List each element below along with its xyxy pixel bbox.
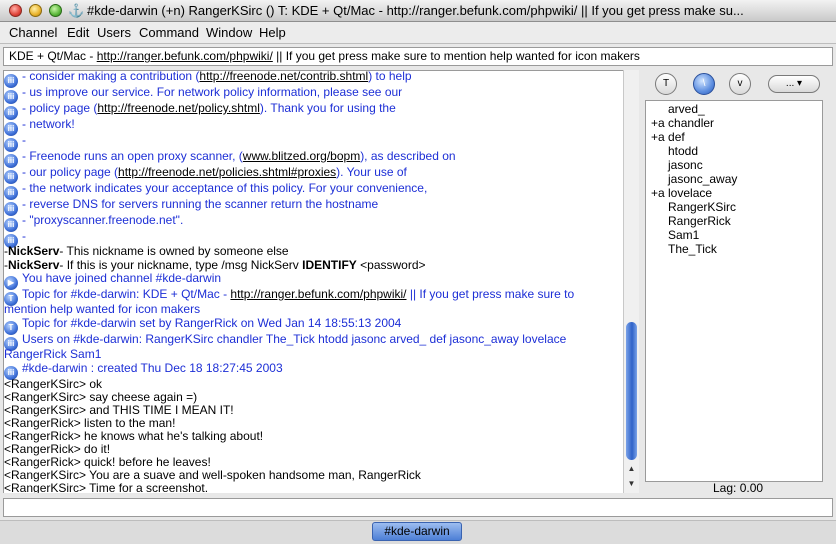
proxies-link[interactable]: http://freenode.net/policies.shtml#proxi… (118, 165, 336, 179)
beep-toggle-button[interactable]: v (729, 73, 751, 95)
nick-item[interactable]: jasonc (668, 158, 703, 172)
tab-kde-darwin[interactable]: #kde-darwin (372, 522, 462, 541)
minimize-button[interactable] (29, 4, 42, 17)
chat-line: <RangerKSirc> say cheese again =) (4, 390, 198, 404)
channel-tab-bar: #kde-darwin (0, 520, 836, 544)
nick-item[interactable]: +a chandler (651, 116, 714, 130)
menu-command[interactable]: Command (139, 25, 199, 40)
nick-item[interactable]: RangerRick (668, 214, 731, 228)
nick-item[interactable]: jasonc_away (668, 172, 737, 186)
scroll-up-arrow-icon[interactable]: ▲ (626, 464, 637, 474)
nick-item[interactable]: +a lovelace (651, 186, 712, 200)
close-button[interactable] (9, 4, 22, 17)
chat-line: RangerRick Sam1 (4, 347, 102, 361)
chat-line: <RangerRick> he knows what he's talking … (4, 429, 264, 443)
policy-link[interactable]: http://freenode.net/policy.shtml (97, 101, 260, 115)
bopm-link[interactable]: www.blitzed.org/bopm (243, 149, 360, 163)
nick-list[interactable]: arved_ +a chandler +a def htodd jasonc j… (645, 100, 823, 482)
nick-item[interactable]: +a def (651, 130, 685, 144)
menu-bar: Channel Edit Users Command Window Help (0, 22, 836, 44)
chat-line: <RangerRick> listen to the man! (4, 416, 176, 430)
chat-line: <RangerRick> quick! before he leaves! (4, 455, 211, 469)
topic-prefix: KDE + Qt/Mac - (9, 49, 97, 63)
topic-toggle-button[interactable]: T (655, 73, 677, 95)
chat-line: -NickServ- This nickname is owned by som… (4, 244, 289, 258)
chat-topic-url-link[interactable]: http://ranger.befunk.com/phpwiki/ (230, 287, 406, 301)
chat-line: <RangerKSirc> You are a suave and well-s… (4, 468, 421, 482)
chat-line: -NickServ- If this is your nickname, typ… (4, 258, 426, 272)
chat-line: <RangerKSirc> ok (4, 377, 103, 391)
chat-line: mention help wanted for icon makers (4, 302, 201, 316)
menu-window[interactable]: Window (206, 25, 252, 40)
ksirc-app-icon: ⚓ (68, 3, 85, 18)
menu-users[interactable]: Users (97, 25, 131, 40)
nick-item[interactable]: Sam1 (668, 228, 699, 242)
window-title: #kde-darwin (+n) RangerKSirc () T: KDE +… (87, 3, 744, 18)
chat-scroll-thumb[interactable] (626, 322, 637, 460)
chat-line: <RangerKSirc> Time for a screenshot. (4, 481, 209, 493)
contrib-link[interactable]: http://freenode.net/contrib.shtml (199, 71, 368, 83)
topic-bar[interactable]: KDE + Qt/Mac - http://ranger.befunk.com/… (3, 47, 833, 66)
topic-url-link[interactable]: http://ranger.befunk.com/phpwiki/ (97, 49, 273, 63)
nick-panel: T \ v ... ▾ arved_ +a chandler +a def ht… (641, 70, 834, 495)
message-input[interactable] (3, 498, 833, 517)
menu-channel[interactable]: Channel (9, 25, 57, 40)
ticker-toggle-button[interactable]: \ (693, 73, 715, 95)
chat-line: <RangerRick> do it! (4, 442, 111, 456)
nick-item[interactable]: The_Tick (668, 242, 717, 256)
scroll-down-arrow-icon[interactable]: ▼ (626, 479, 637, 489)
window-titlebar[interactable]: ⚓ #kde-darwin (+n) RangerKSirc () T: KDE… (0, 0, 836, 22)
nick-item[interactable]: RangerKSirc (668, 200, 736, 214)
chat-line: iii - "proxyscanner.freenode.net". (4, 213, 183, 232)
more-options-button[interactable]: ... ▾ (768, 75, 820, 93)
lag-indicator: Lag: 0.00 (713, 481, 764, 495)
menu-edit[interactable]: Edit (67, 25, 89, 40)
chat-line: <RangerKSirc> and THIS TIME I MEAN IT! (4, 403, 234, 417)
nick-item[interactable]: htodd (668, 144, 698, 158)
zoom-button[interactable] (49, 4, 62, 17)
menu-help[interactable]: Help (259, 25, 286, 40)
chat-log[interactable]: iii - consider making a contribution (htt… (3, 70, 623, 493)
nick-item[interactable]: arved_ (668, 102, 705, 116)
topic-suffix: || If you get press make sure to mention… (272, 49, 640, 63)
chat-scrollbar[interactable]: ▲ ▼ (623, 70, 639, 493)
